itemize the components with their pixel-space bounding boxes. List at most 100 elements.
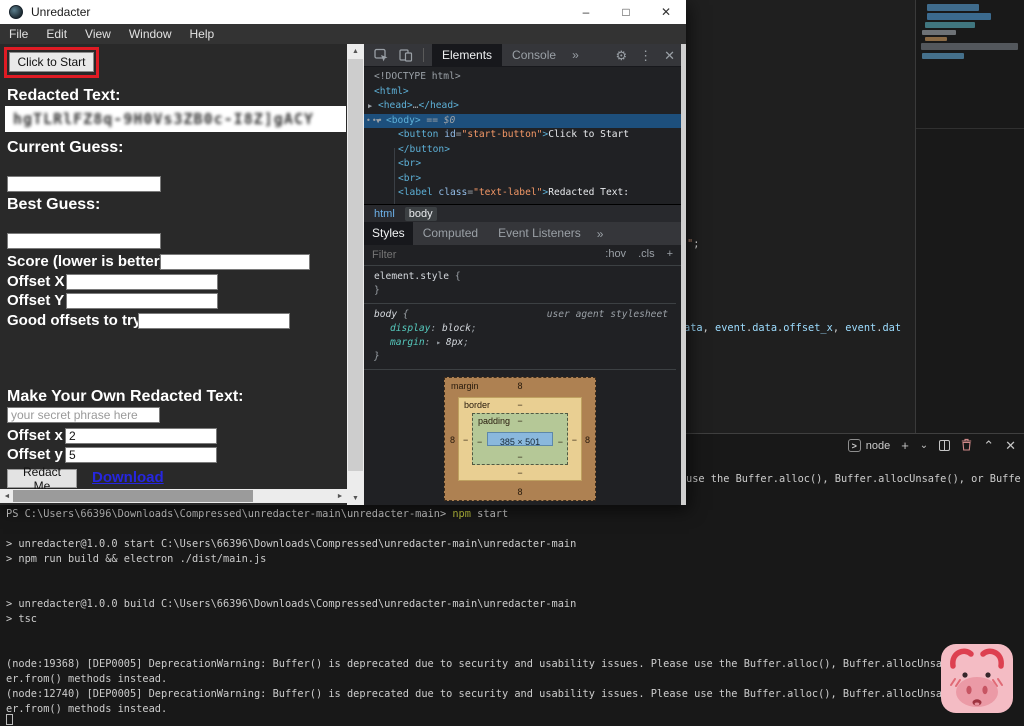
css-rule-line: body {user agent stylesheet [364,308,676,322]
dom-node-line[interactable]: ▶<head>…</head> [364,99,681,114]
kebab-menu-icon[interactable]: ⋮ [639,48,652,64]
padding-right-value: − [558,437,563,447]
terminal-line [6,522,1020,537]
code-token: user agent stylesheet [547,308,668,322]
code-token: { [449,271,461,282]
scroll-left-icon[interactable]: ◄ [0,489,14,503]
menu-window[interactable]: Window [120,24,181,44]
margin-right-value: 8 [585,435,590,445]
menu-file[interactable]: File [0,24,37,44]
settings-gear-icon[interactable]: ⚙ [615,48,627,64]
style-rules[interactable]: element.style {}body {user agent stylesh… [364,266,676,370]
expand-arrow-icon[interactable]: ▼ [376,114,380,129]
terminal-line: > unredacter@1.0.0 build C:\Users\66396\… [6,597,1020,612]
redacted-text-label: Redacted Text: [7,87,121,105]
breadcrumb-html[interactable]: html [374,208,395,220]
dom-node-line[interactable]: <label class="text-label">Redacted Text: [364,186,681,201]
new-terminal-icon[interactable]: + [901,439,909,452]
code-token: er.from() methods instead. [6,703,167,715]
css-rule[interactable]: element.style {} [364,266,676,303]
code-token: <br> [398,173,421,184]
box-model-diagram[interactable]: margin 8 8 8 8 border − − − − padding − … [444,377,596,501]
more-tabs-icon[interactable]: » [566,48,585,62]
css-rule[interactable]: body {user agent stylesheetdisplay: bloc… [364,304,676,369]
styles-filter-input[interactable] [370,248,570,262]
download-link[interactable]: Download [92,469,164,486]
inspect-element-icon[interactable] [374,48,389,63]
tab-console[interactable]: Console [502,44,566,67]
terminal-dropdown-icon[interactable]: ⌄ [920,439,928,452]
redact-me-button[interactable]: Redact Me [7,469,77,488]
menu-edit[interactable]: Edit [37,24,76,44]
close-panel-icon[interactable]: ✕ [1005,439,1016,452]
scroll-up-icon[interactable]: ▲ [347,44,364,58]
class-toggle[interactable]: .cls [638,248,655,260]
close-devtools-icon[interactable]: ✕ [664,48,675,64]
offset-y-input[interactable] [66,293,218,309]
score-input[interactable] [160,254,310,270]
dom-node-line[interactable]: <br> [364,157,681,172]
dom-node-line[interactable]: <button id="start-button">Click to Start [364,128,681,143]
tab-event-listeners[interactable]: Event Listeners [488,222,591,245]
app-horizontal-scrollbar[interactable]: ◄ ► [0,489,347,503]
kill-terminal-icon[interactable] [961,438,972,453]
secret-phrase-input[interactable] [7,407,160,423]
maximize-panel-icon[interactable]: ⌃ [983,439,994,452]
scroll-down-icon[interactable]: ▼ [347,491,364,505]
hover-state-toggle[interactable]: :hov [605,248,626,260]
expand-arrow-icon[interactable]: ▶ [368,99,372,114]
dom-tree[interactable]: <!DOCTYPE html><html>▶<head>…</head>•••▼… [364,67,681,204]
maximize-button[interactable]: □ [606,0,646,24]
current-guess-input[interactable] [7,176,161,192]
offset-y-lower-input[interactable] [65,447,217,463]
shell-selector[interactable]: > node [848,439,890,452]
device-toolbar-icon[interactable] [399,48,413,62]
dom-node-line[interactable]: <br> [364,172,681,187]
code-token: <body> [386,115,421,126]
menu-help[interactable]: Help [181,24,224,44]
breadcrumb-body[interactable]: body [405,207,437,221]
tab-styles[interactable]: Styles [364,222,413,245]
start-button[interactable]: Click to Start [9,52,94,72]
code-token: Redacted Text: [548,187,629,198]
good-offsets-input[interactable] [138,313,290,329]
close-button[interactable]: ✕ [646,0,686,24]
tab-elements[interactable]: Elements [432,44,502,67]
app-vertical-scrollbar[interactable]: ▲ ▼ [347,44,364,505]
code-token: <head> [378,100,413,111]
minimap-code-bar [927,13,991,20]
best-guess-input[interactable] [7,233,161,249]
margin-left-value: 8 [450,435,455,445]
more-style-tabs-icon[interactable]: » [591,227,610,241]
split-terminal-icon[interactable] [939,440,950,451]
title-bar[interactable]: Unredacter – □ ✕ [0,0,686,24]
code-token: <!DOCTYPE html> [374,71,461,82]
code-token: } [374,351,380,362]
code-token: : [425,337,437,348]
styles-filter-bar: :hov .cls + [364,245,681,266]
code-token: <label [398,187,433,198]
offset-x-input[interactable] [66,274,218,290]
code-token: ▸ [436,338,446,347]
code-token: <button [398,129,438,140]
dom-node-line[interactable]: <!DOCTYPE html> [364,70,681,85]
terminal-output[interactable]: PS C:\Users\66396\Downloads\Compressed\u… [6,507,1020,717]
menu-view[interactable]: View [76,24,120,44]
code-token: npm [452,508,471,520]
dom-node-selected[interactable]: •••▼<body> == $0 [364,114,681,129]
minimap-code-bar [925,37,947,41]
vertical-scroll-thumb[interactable] [348,59,363,471]
horizontal-scroll-thumb[interactable] [13,490,253,502]
terminal-toolbar: > node + ⌄ ⌃ ✕ [848,438,1016,453]
dom-node-line[interactable]: </button> [364,143,681,158]
scroll-right-icon[interactable]: ► [333,489,347,503]
minimize-button[interactable]: – [566,0,606,24]
code-token: body [374,309,397,320]
minimap-code-bar [927,4,979,11]
dom-node-line[interactable]: <html> [364,85,681,100]
code-token: > tsc [6,613,37,625]
tab-computed[interactable]: Computed [413,222,488,245]
new-style-rule-icon[interactable]: + [667,248,673,260]
offset-x-lower-input[interactable] [65,428,217,444]
window-title: Unredacter [31,5,90,19]
